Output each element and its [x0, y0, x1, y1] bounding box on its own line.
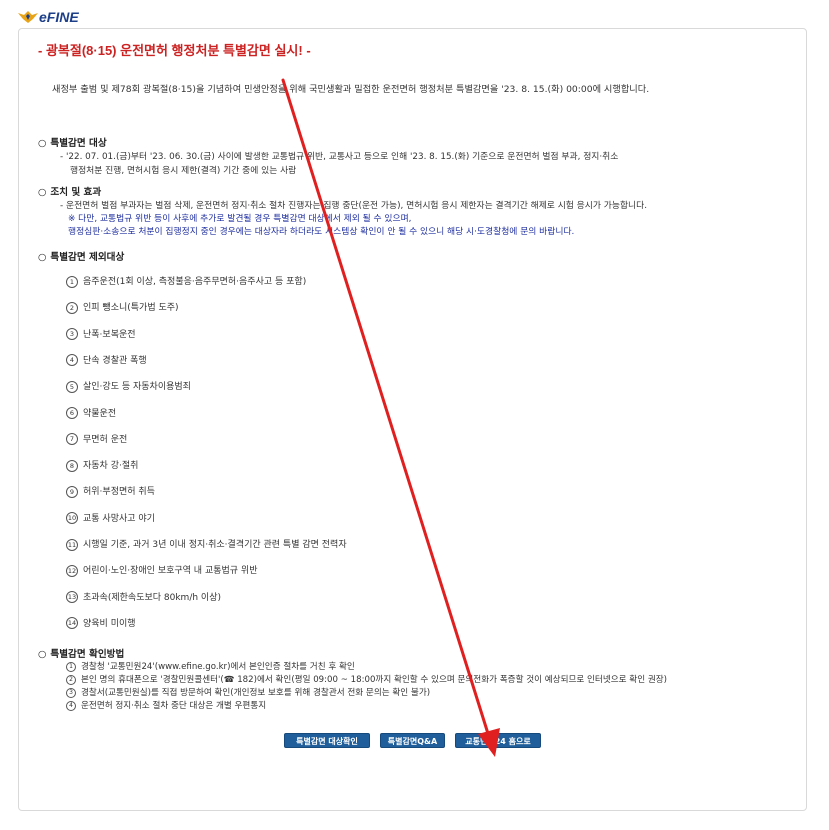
exclusion-text: 어린이·노인·장애인 보호구역 내 교통법규 위반 [83, 566, 258, 577]
exclusion-item: 13 초과속(제한속도보다 80km/h 이상) [66, 590, 221, 604]
exclusion-text: 단속 경찰관 폭행 [83, 355, 147, 366]
check-method-item: 3 경찰서(교통민원실)를 직접 방문하여 확인(개인정보 보호를 위해 경찰관서… [66, 686, 430, 698]
exclusion-text: 약물운전 [83, 408, 117, 419]
check-method-text: 경찰서(교통민원실)를 직접 방문하여 확인(개인정보 보호를 위해 경찰관서 … [81, 688, 431, 698]
exclusion-text: 자동차 강·절취 [83, 461, 139, 472]
exclusion-text: 음주운전(1회 이상, 측정불응·음주무면허·음주사고 등 포함) [83, 277, 307, 287]
exclusion-item: 5 살인·강도 등 자동차이용범죄 [66, 379, 191, 393]
exclusion-item: 2 인피 뺑소니(특가법 도주) [66, 300, 179, 314]
exclusion-item: 12 어린이·노인·장애인 보호구역 내 교통법규 위반 [66, 563, 258, 577]
check-method-item: 2 본인 명의 휴대폰으로 '경찰민원콜센터'(☎ 182)에서 확인(평일 09… [66, 673, 667, 685]
circled-number-icon: 13 [66, 591, 78, 604]
circled-number-icon: 3 [66, 328, 78, 341]
circle-bullet-icon: ○ [38, 138, 47, 149]
measures-note-2: 행정심판·소송으로 처분이 집행정지 중인 경우에는 대상자라 하더라도 시스템… [68, 227, 575, 237]
section-measures-heading: ○ 조치 및 효과 [38, 187, 102, 198]
circle-bullet-icon: ○ [38, 252, 47, 263]
circled-number-icon: 2 [66, 674, 76, 685]
exclusion-text: 난폭·보복운전 [83, 329, 136, 340]
qna-button[interactable]: 특별감면Q&A [380, 733, 445, 748]
go-home-button[interactable]: 교통민원24 홈으로 [455, 733, 541, 748]
check-method-text: 본인 명의 휴대폰으로 '경찰민원콜센터'(☎ 182)에서 확인(평일 09:… [81, 675, 667, 685]
exclusion-text: 교통 사망사고 야기 [83, 513, 155, 524]
circled-number-icon: 10 [66, 512, 78, 525]
exclusion-text: 초과속(제한속도보다 80km/h 이상) [83, 592, 221, 603]
exclusion-item: 6 약물운전 [66, 406, 117, 419]
exclusion-text: 양육비 미이행 [83, 618, 136, 629]
exclusion-text: 무면허 운전 [83, 434, 128, 445]
exclusion-text: 살인·강도 등 자동차이용범죄 [83, 382, 191, 393]
exclusion-item: 11 시행일 기준, 과거 3년 이내 정지·취소·결격기간 관련 특별 감면 전… [66, 537, 347, 551]
notice-title: - 광복절(8·15) 운전면허 행정처분 특별감면 실시! - [38, 43, 311, 58]
circled-number-icon: 4 [66, 354, 78, 367]
check-method-item: 4 운전면허 정지·취소 절차 중단 대상은 개별 우편통지 [66, 699, 266, 711]
exclusion-item: 1 음주운전(1회 이상, 측정불응·음주무면허·음주사고 등 포함) [66, 274, 306, 288]
section-exclusions-heading: ○ 특별감면 제외대상 [38, 252, 125, 263]
circled-number-icon: 14 [66, 617, 78, 630]
circled-number-icon: 6 [66, 407, 78, 419]
circled-number-icon: 8 [66, 459, 78, 472]
exclusion-item: 10 교통 사망사고 야기 [66, 511, 155, 525]
circle-bullet-icon: ○ [38, 649, 47, 660]
target-line-2: 행정처분 진행, 면허시험 응시 제한(결격) 기간 중에 있는 사람 [70, 166, 297, 176]
exclusion-item: 9 허위·부정면허 취득 [66, 484, 155, 498]
eagle-emblem-icon [18, 11, 38, 23]
circled-number-icon: 5 [66, 380, 78, 393]
circled-number-icon: 9 [66, 485, 78, 498]
circled-number-icon: 3 [66, 687, 76, 698]
circled-number-icon: 2 [66, 301, 78, 314]
check-method-text: 경찰청 '교통민원24'(www.efine.go.kr)에서 본인인증 절차를… [81, 662, 355, 672]
section-check-heading: ○ 특별감면 확인방법 [38, 649, 125, 660]
check-target-button[interactable]: 특별감면 대상확인 [284, 733, 370, 748]
efine-logo[interactable]: eFINE [18, 8, 79, 26]
measures-line-1: - 운전면허 벌점 부과자는 벌점 삭제, 운전면허 정지·취소 절차 진행자는… [60, 201, 648, 211]
logo-text: eFINE [39, 9, 79, 25]
circled-number-icon: 1 [66, 275, 78, 288]
notice-intro: 새정부 출범 및 제78회 광복절(8·15)을 기념하여 민생안정을 위해 국… [52, 84, 650, 95]
check-method-item: 1 경찰청 '교통민원24'(www.efine.go.kr)에서 본인인증 절차… [66, 660, 355, 672]
section-target-heading: ○ 특별감면 대상 [38, 138, 107, 149]
circled-number-icon: 7 [66, 433, 78, 446]
exclusion-item: 4 단속 경찰관 폭행 [66, 353, 147, 367]
action-buttons: 특별감면 대상확인 특별감면Q&A 교통민원24 홈으로 [0, 733, 829, 749]
exclusion-item: 7 무면허 운전 [66, 432, 127, 446]
circled-number-icon: 4 [66, 700, 76, 711]
exclusion-text: 인피 뺑소니(특가법 도주) [83, 303, 179, 314]
exclusion-item: 14 양육비 미이행 [66, 616, 136, 630]
measures-note-1: ※ 다만, 교통법규 위반 등이 사후에 추가로 발견될 경우 특별감면 대상에… [68, 214, 412, 224]
target-line-1: - '22. 07. 01.(금)부터 '23. 06. 30.(금) 사이에 … [60, 152, 619, 162]
circled-number-icon: 1 [66, 661, 76, 672]
exclusion-item: 8 자동차 강·절취 [66, 458, 138, 472]
exclusion-item: 3 난폭·보복운전 [66, 327, 136, 341]
exclusion-text: 허위·부정면허 취득 [83, 487, 155, 498]
circled-number-icon: 12 [66, 564, 78, 577]
circled-number-icon: 11 [66, 538, 78, 551]
exclusion-text: 시행일 기준, 과거 3년 이내 정지·취소·결격기간 관련 특별 감면 전력자 [83, 540, 347, 550]
circle-bullet-icon: ○ [38, 187, 47, 198]
check-method-text: 운전면허 정지·취소 절차 중단 대상은 개별 우편통지 [81, 701, 267, 711]
